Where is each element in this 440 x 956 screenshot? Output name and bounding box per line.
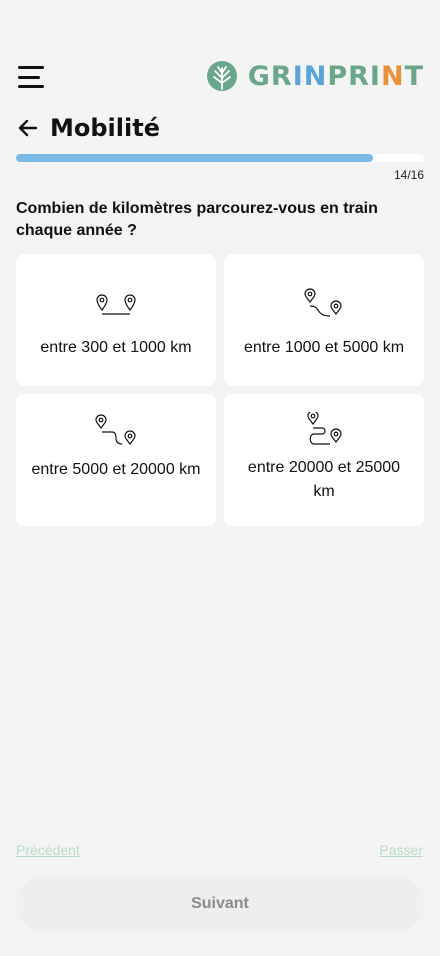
- brand-part-1: GR: [247, 60, 293, 92]
- question-text: Combien de kilomètres parcourez-vous en …: [16, 200, 378, 239]
- tree-leaf-logo-icon: [206, 61, 237, 91]
- brand-name: GRINPRINT: [248, 61, 424, 92]
- app-header: GRINPRINT: [0, 56, 440, 96]
- brand: GRINPRINT: [206, 60, 424, 92]
- two-pins-wave-icon: [95, 414, 136, 445]
- next-button[interactable]: Suivant: [16, 876, 424, 932]
- hamburger-menu-icon[interactable]: [18, 66, 46, 88]
- option-label: entre 1000 et 5000 km: [243, 339, 405, 356]
- two-pins-straight-icon: [96, 294, 136, 315]
- option-card-1000-5000[interactable]: entre 1000 et 5000 km: [224, 254, 424, 386]
- options-grid: entre 300 et 1000 km entre 1000 et 5000 …: [16, 254, 424, 526]
- page-title: Mobilité: [50, 114, 160, 142]
- option-card-20000-25000[interactable]: entre 20000 et 25000 km: [224, 394, 424, 526]
- title-row: Mobilité: [16, 114, 160, 142]
- two-pins-loop-icon: [307, 412, 342, 445]
- progress-fill: [16, 154, 373, 162]
- skip-link[interactable]: Passer: [379, 842, 423, 858]
- progress-bar: [16, 154, 424, 162]
- previous-link[interactable]: Précédent: [16, 842, 80, 858]
- brand-part-3: PRI: [327, 60, 381, 92]
- two-pins-curve-icon: [304, 288, 342, 317]
- option-label: entre 20000 et 25000 km: [247, 459, 401, 500]
- arrow-left-icon[interactable]: [16, 116, 40, 140]
- option-label: entre 300 et 1000 km: [40, 339, 192, 356]
- brand-part-5: T: [404, 60, 424, 92]
- option-card-5000-20000[interactable]: entre 5000 et 20000 km: [16, 394, 216, 526]
- brand-part-4: N: [380, 60, 405, 92]
- option-card-300-1000[interactable]: entre 300 et 1000 km: [16, 254, 216, 386]
- brand-part-2: IN: [292, 60, 328, 92]
- progress-count: 14/16: [393, 168, 424, 182]
- option-label: entre 5000 et 20000 km: [31, 461, 201, 478]
